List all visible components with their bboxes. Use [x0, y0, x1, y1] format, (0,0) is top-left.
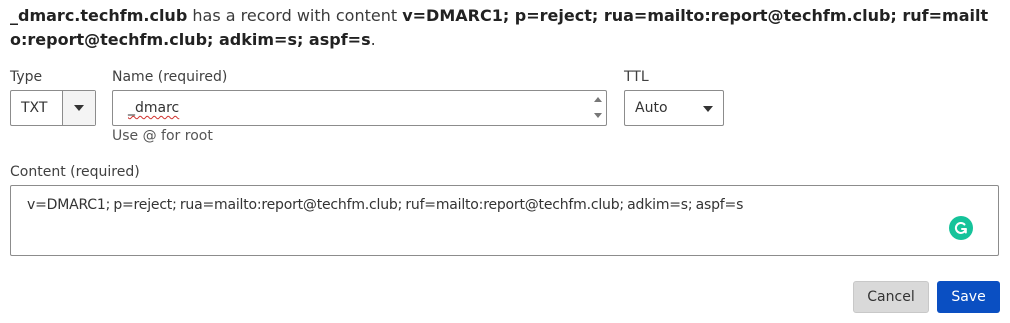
- content-textarea[interactable]: v=DMARC1; p=reject; rua=mailto:report@te…: [10, 185, 999, 256]
- summary-end-punct: .: [370, 30, 376, 49]
- record-summary: _dmarc.techfm.club has a record with con…: [10, 4, 1000, 52]
- ttl-select-value: Auto: [635, 100, 668, 116]
- ttl-label: TTL: [624, 69, 649, 85]
- type-dropdown-button[interactable]: [62, 91, 95, 125]
- name-helper-text: Use @ for root: [112, 128, 213, 144]
- name-label: Name (required): [112, 69, 228, 85]
- content-textarea-value: v=DMARC1; p=reject; rua=mailto:report@te…: [27, 197, 744, 213]
- content-label: Content (required): [10, 164, 140, 180]
- ttl-select[interactable]: Auto: [624, 90, 724, 126]
- chevron-down-icon: [74, 105, 84, 111]
- type-label: Type: [10, 69, 43, 85]
- cancel-button[interactable]: Cancel: [853, 281, 929, 313]
- save-button[interactable]: Save: [937, 281, 1000, 313]
- chevron-down-icon: [703, 106, 713, 112]
- name-input[interactable]: _dmarc: [112, 90, 607, 126]
- name-input-value: _dmarc: [128, 100, 180, 116]
- name-spinner[interactable]: [592, 94, 604, 122]
- type-select-value: TXT: [21, 100, 48, 116]
- summary-middle-text: has a record with content: [187, 6, 403, 25]
- summary-record-name: _dmarc.techfm.club: [10, 6, 188, 25]
- type-select[interactable]: TXT: [10, 90, 96, 126]
- spin-up-icon[interactable]: [594, 97, 602, 102]
- spin-down-icon[interactable]: [594, 113, 602, 118]
- grammarly-icon[interactable]: [949, 216, 973, 240]
